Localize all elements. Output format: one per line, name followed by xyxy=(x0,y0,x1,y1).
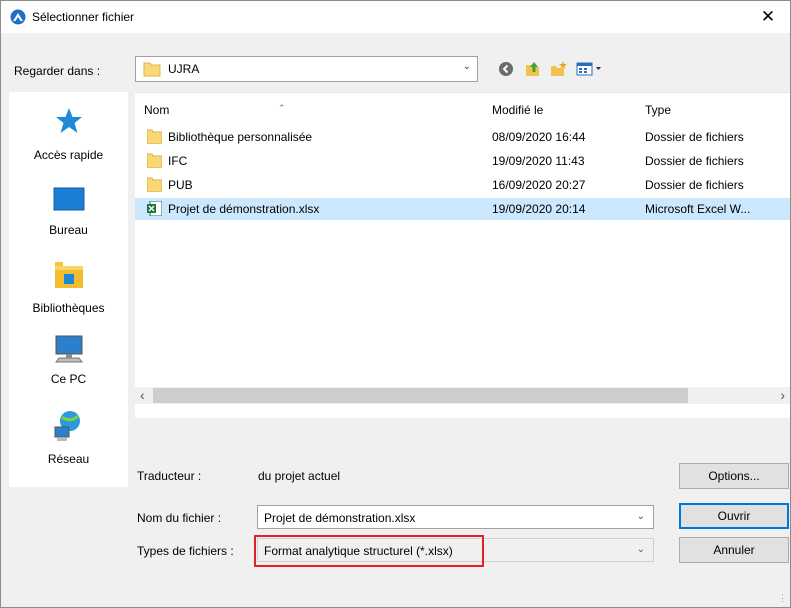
list-item[interactable]: IFC 19/09/2020 11:43 Dossier de fichiers xyxy=(135,150,790,172)
file-type: Microsoft Excel W... xyxy=(645,202,751,216)
chevron-down-icon[interactable]: ⌄ xyxy=(637,544,645,555)
place-label: Ce PC xyxy=(50,372,87,386)
title-bar: Sélectionner fichier ✕ xyxy=(1,1,790,33)
desktop-icon xyxy=(53,187,85,211)
file-name: PUB xyxy=(168,178,193,192)
up-folder-icon xyxy=(526,62,539,76)
file-list[interactable]: ⌃ Nom Modifié le Type Bibliothèque perso… xyxy=(135,92,790,418)
file-name: Bibliothèque personnalisée xyxy=(168,130,313,144)
network-icon xyxy=(54,411,80,441)
file-modified: 08/09/2020 16:44 xyxy=(492,130,586,144)
folder-icon xyxy=(147,129,162,144)
filename-label: Nom du fichier : xyxy=(137,511,222,525)
horizontal-scrollbar[interactable]: ‹ › xyxy=(135,387,790,404)
translator-label: Traducteur : xyxy=(137,469,202,483)
scroll-left-icon[interactable]: ‹ xyxy=(140,387,145,403)
file-type: Dossier de fichiers xyxy=(645,154,744,168)
place-label: Réseau xyxy=(47,452,90,466)
file-name: IFC xyxy=(168,154,188,168)
open-button[interactable]: Ouvrir xyxy=(679,503,789,529)
highlight-box xyxy=(254,535,484,567)
file-modified: 19/09/2020 20:14 xyxy=(492,202,586,216)
excel-file-icon xyxy=(147,201,162,216)
look-in-label: Regarder dans : xyxy=(14,64,101,78)
look-in-combo[interactable]: UJRA ⌄ xyxy=(135,56,478,82)
filetype-label: Types de fichiers : xyxy=(137,544,234,558)
column-name[interactable]: Nom xyxy=(144,103,169,117)
translator-value: du projet actuel xyxy=(258,469,341,483)
star-icon xyxy=(56,108,82,133)
folder-icon xyxy=(147,177,162,192)
file-modified: 19/09/2020 11:43 xyxy=(492,154,585,168)
file-name: Projet de démonstration.xlsx xyxy=(168,202,320,216)
options-button-label: Options... xyxy=(708,469,760,483)
place-label: Accès rapide xyxy=(33,148,104,162)
place-label: Bureau xyxy=(49,223,88,237)
computer-icon xyxy=(55,335,83,363)
new-folder-icon xyxy=(551,61,567,76)
close-icon: ✕ xyxy=(760,7,776,26)
list-item[interactable]: Bibliothèque personnalisée 08/09/2020 16… xyxy=(135,126,790,148)
close-button[interactable]: ✕ xyxy=(746,1,790,33)
app-logo-icon xyxy=(10,9,26,25)
scroll-right-icon[interactable]: › xyxy=(780,387,785,403)
options-button[interactable]: Options... xyxy=(679,463,789,489)
filename-value: Projet de démonstration.xlsx xyxy=(264,511,416,525)
scroll-thumb[interactable] xyxy=(153,388,688,403)
view-menu-icon xyxy=(576,62,601,76)
cancel-button[interactable]: Annuler xyxy=(679,537,789,563)
back-button[interactable] xyxy=(495,58,517,80)
up-folder-button[interactable] xyxy=(522,58,544,80)
resize-grip-icon[interactable]: ⋮ xyxy=(778,593,787,604)
chevron-down-icon: ⌄ xyxy=(462,61,471,72)
places-bar: Accès rapide Bureau Bibliothèques Ce PC … xyxy=(9,92,128,487)
back-icon xyxy=(499,62,513,76)
list-item-selected[interactable]: Projet de démonstration.xlsx 19/09/2020 … xyxy=(135,198,790,220)
place-label: Bibliothèques xyxy=(32,301,105,315)
folder-icon xyxy=(143,62,161,77)
new-folder-button[interactable] xyxy=(548,58,570,80)
file-modified: 16/09/2020 20:27 xyxy=(492,178,586,192)
libraries-icon xyxy=(55,262,83,288)
chevron-down-icon[interactable]: ⌄ xyxy=(637,511,645,522)
cancel-button-label: Annuler xyxy=(713,543,755,557)
window-title: Sélectionner fichier xyxy=(32,10,135,24)
sort-ascending-icon: ⌃ xyxy=(278,103,286,113)
look-in-value: UJRA xyxy=(168,62,200,76)
column-modified[interactable]: Modifié le xyxy=(492,103,543,117)
folder-icon xyxy=(147,153,162,168)
filename-input[interactable]: Projet de démonstration.xlsx ⌄ xyxy=(257,505,654,529)
list-item[interactable]: PUB 16/09/2020 20:27 Dossier de fichiers xyxy=(135,174,790,196)
list-header: ⌃ Nom Modifié le Type xyxy=(135,93,790,123)
column-type[interactable]: Type xyxy=(645,103,671,117)
view-menu-button[interactable] xyxy=(575,58,605,80)
file-type: Dossier de fichiers xyxy=(645,130,744,144)
file-dialog: Sélectionner fichier ✕ Regarder dans : U… xyxy=(0,0,791,608)
file-type: Dossier de fichiers xyxy=(645,178,744,192)
open-button-label: Ouvrir xyxy=(717,509,751,523)
